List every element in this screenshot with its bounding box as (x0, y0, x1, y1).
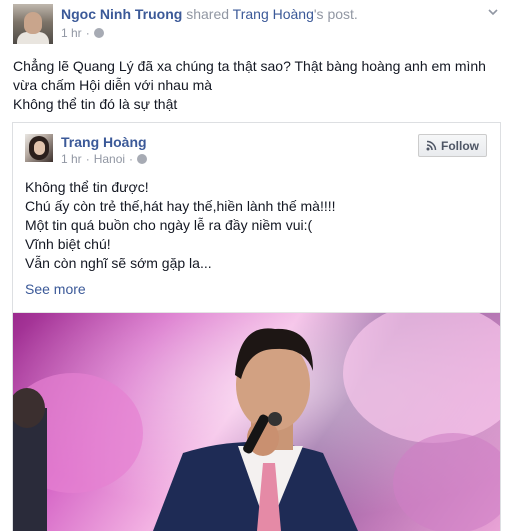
shared-text-line: Không thể tin được! (25, 179, 149, 195)
post-text-line: Không thể tin đó là sự thật (13, 96, 178, 112)
chevron-down-icon[interactable] (487, 6, 499, 18)
shared-author-avatar[interactable] (25, 134, 53, 162)
author-name-link[interactable]: Ngoc Ninh Truong (61, 6, 182, 22)
shared-suffix: 's post. (313, 6, 358, 22)
singer-illustration (13, 313, 500, 531)
post-photo[interactable] (13, 313, 500, 531)
globe-icon[interactable] (137, 154, 148, 164)
shared-timestamp[interactable]: 1 hr (61, 152, 82, 166)
shared-post: Ngoc Ninh Truong shared Trang Hoàng's po… (0, 0, 507, 531)
shared-text: Không thể tin được! Chú ấy còn trẻ thế,h… (25, 178, 336, 273)
action-text: shared (186, 6, 230, 22)
shared-card: Trang Hoàng 1 hr · Hanoi · Follow Không … (12, 122, 501, 531)
shared-text-line: Một tin quá buồn cho ngày lễ ra đầy niềm… (25, 217, 313, 233)
post-text-line: vừa chấm Hội diễn với nhau mà (13, 77, 213, 93)
rss-icon (426, 140, 437, 151)
shared-location[interactable]: Hanoi (94, 152, 125, 166)
globe-icon[interactable] (93, 28, 104, 38)
follow-label: Follow (441, 138, 479, 153)
shared-from-link[interactable]: Trang Hoàng (233, 6, 314, 22)
post-text-line: Chẳng lẽ Quang Lý đã xa chúng ta thật sa… (13, 58, 486, 74)
post-body: Chẳng lẽ Quang Lý đã xa chúng ta thật sa… (13, 57, 493, 114)
author-avatar[interactable] (13, 4, 53, 44)
post-header: Ngoc Ninh Truong shared Trang Hoàng's po… (61, 6, 358, 22)
shared-author-name-link[interactable]: Trang Hoàng (61, 134, 147, 150)
shared-text-line: Chú ấy còn trẻ thế,hát hay thế,hiền lành… (25, 198, 336, 214)
follow-button[interactable]: Follow (418, 134, 487, 157)
post-timestamp[interactable]: 1 hr (61, 26, 82, 40)
shared-text-line: Vẫn còn nghĩ sẽ sớm gặp la... (25, 255, 212, 271)
shared-meta: 1 hr · Hanoi · (61, 152, 148, 166)
shared-text-line: Vĩnh biệt chú! (25, 236, 111, 252)
post-meta: 1 hr · (61, 26, 104, 40)
see-more-link[interactable]: See more (25, 281, 86, 297)
